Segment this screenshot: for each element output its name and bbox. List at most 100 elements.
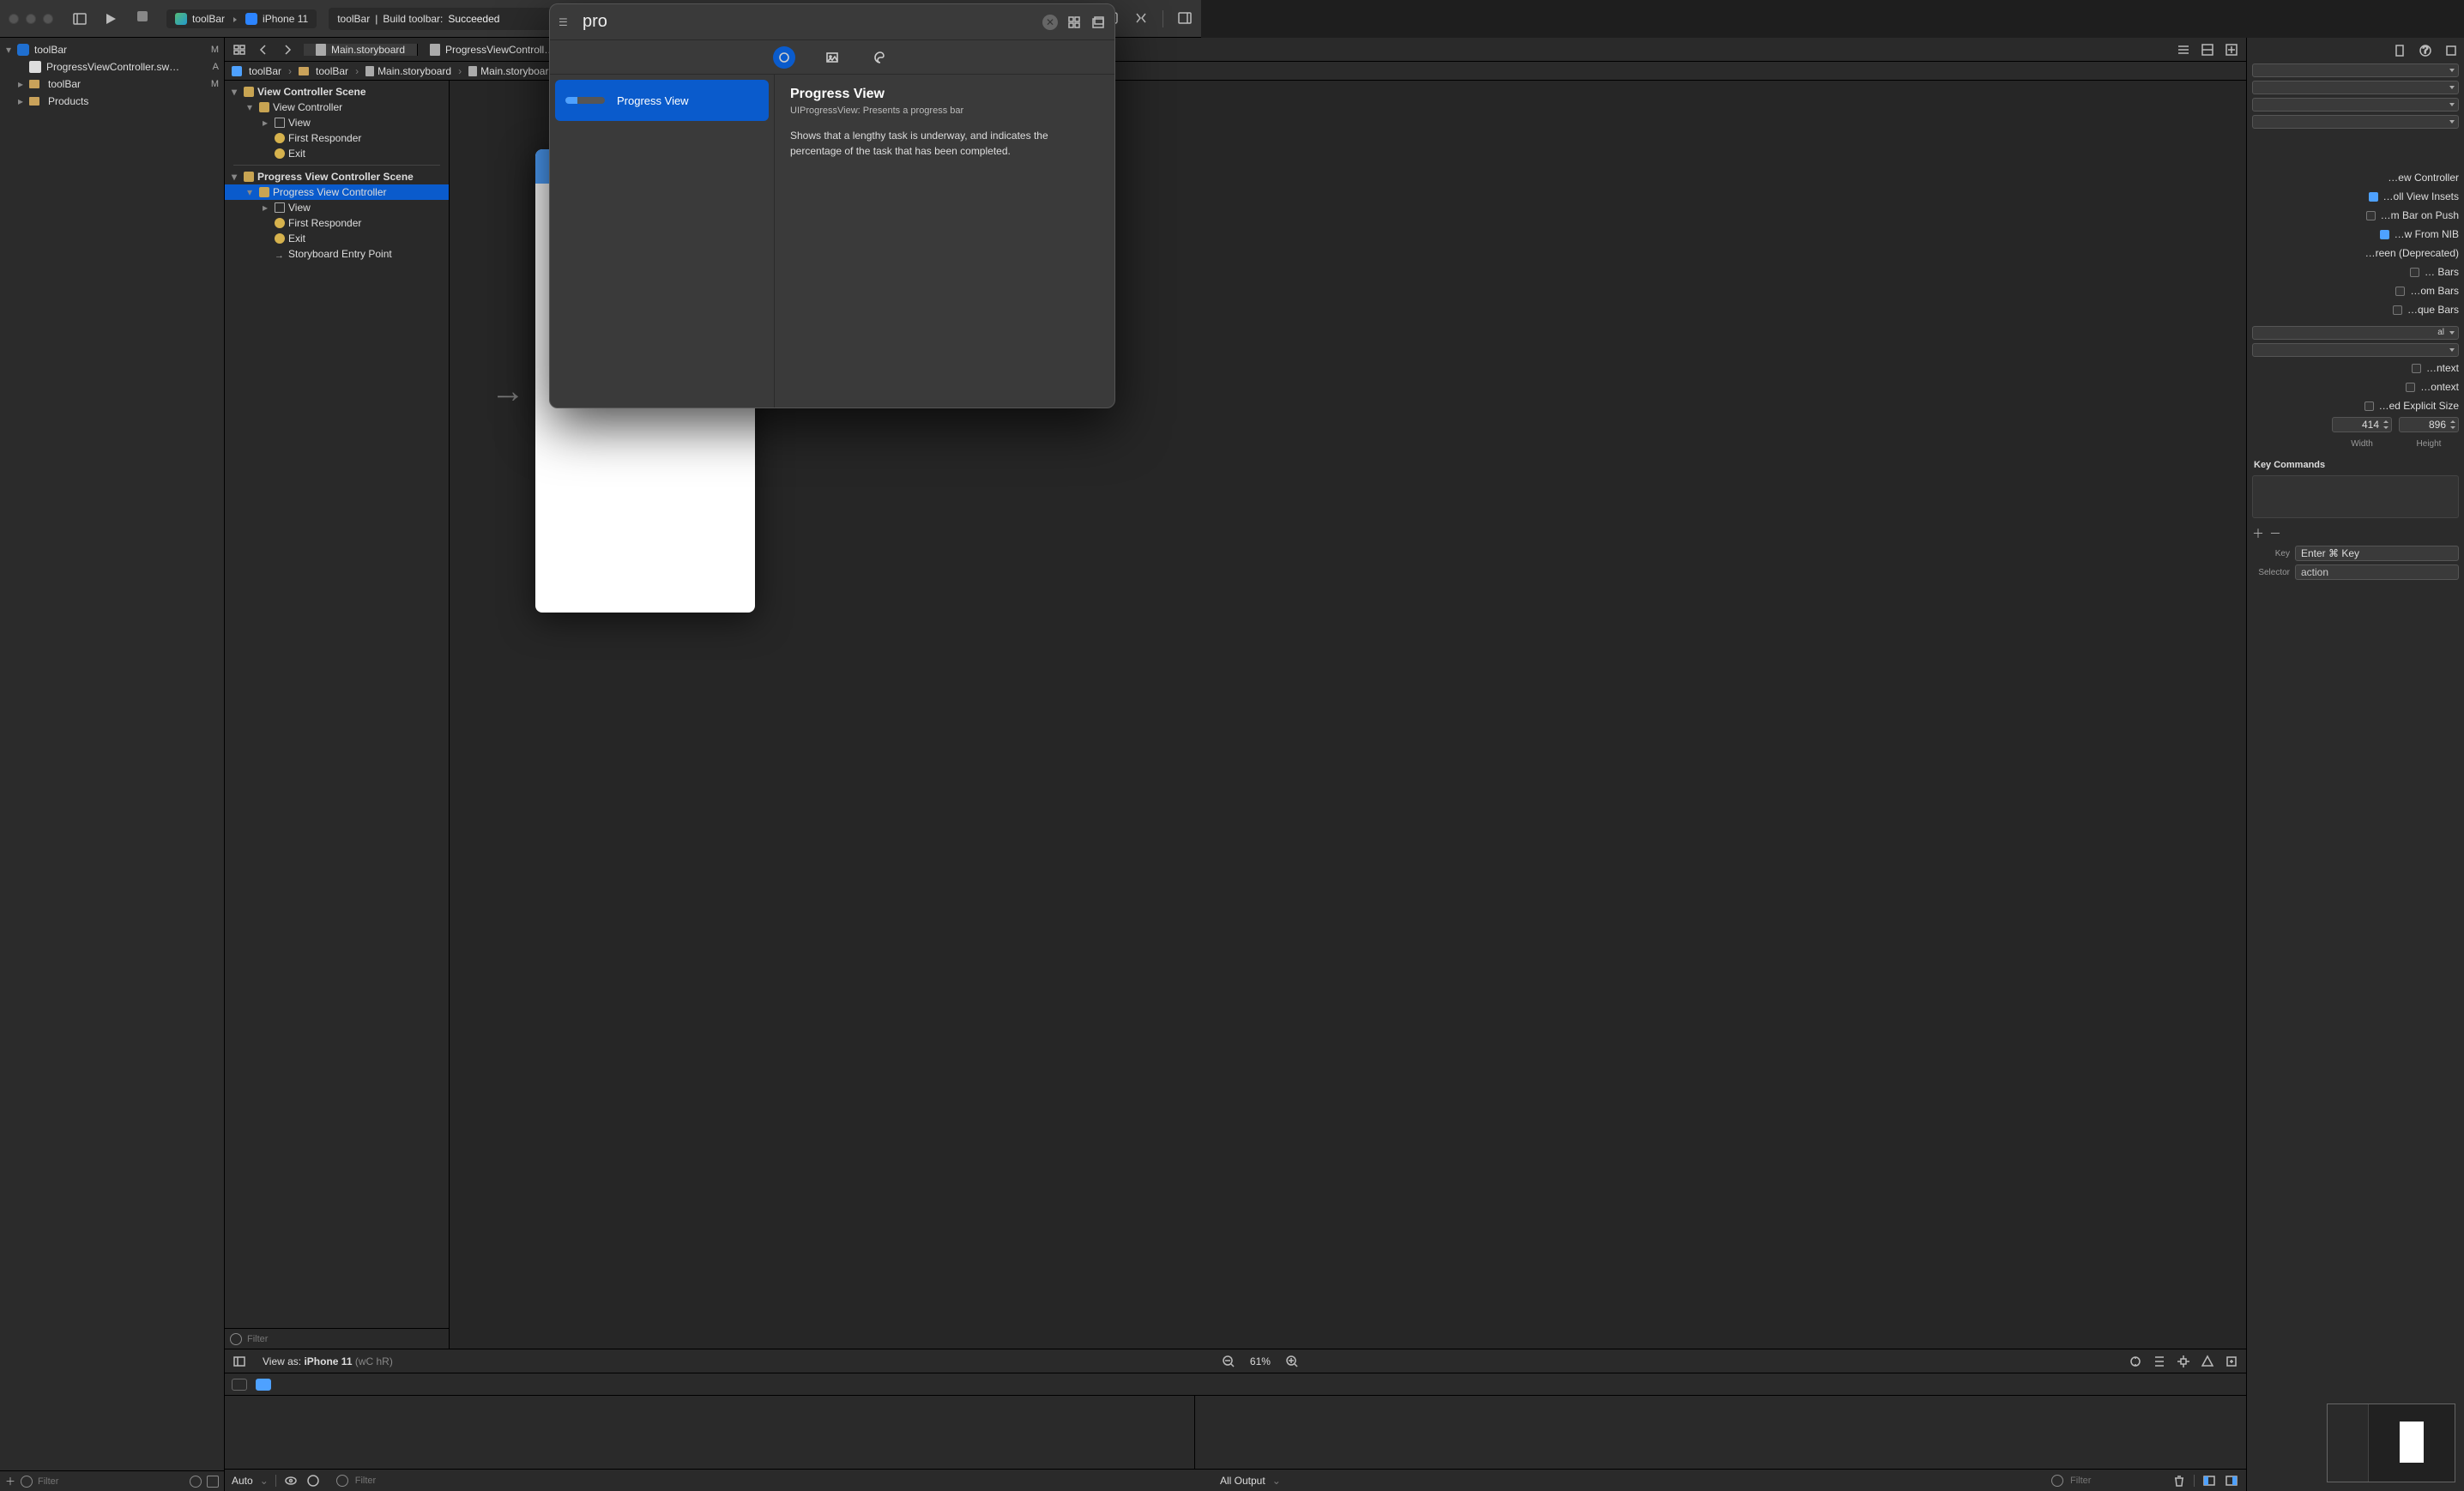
variables-view-toggle[interactable] <box>232 1379 247 1391</box>
identity-inspector-icon[interactable] <box>2443 43 2459 58</box>
disclosure-icon[interactable]: ▾ <box>232 86 240 98</box>
add-keycmd-button[interactable]: ＋ <box>2252 525 2264 542</box>
checkbox[interactable] <box>2369 192 2378 202</box>
tree-item-project[interactable]: toolBar M <box>0 41 224 58</box>
scm-filter-icon[interactable] <box>207 1476 219 1488</box>
trash-icon[interactable] <box>2171 1473 2187 1488</box>
checkbox[interactable] <box>2395 287 2405 296</box>
checkbox[interactable] <box>2406 383 2415 392</box>
disclosure-icon[interactable]: ▾ <box>247 101 256 113</box>
zoom-out-icon[interactable] <box>1221 1354 1236 1369</box>
crumb-segment[interactable]: toolBar <box>316 65 348 77</box>
outline-item[interactable]: ▸View <box>225 200 449 215</box>
remove-keycmd-button[interactable]: － <box>2269 525 2281 542</box>
crumb-segment[interactable]: toolBar <box>249 65 281 77</box>
checkbox[interactable] <box>2380 230 2389 239</box>
auto-scope[interactable]: Auto <box>232 1475 253 1487</box>
disclosure-icon[interactable]: ▾ <box>232 171 240 183</box>
outline-item[interactable]: ▾View Controller <box>225 100 449 115</box>
update-frames-icon[interactable] <box>2128 1354 2143 1369</box>
inspector-popup[interactable] <box>2252 98 2459 112</box>
variables-filter-input[interactable] <box>355 1476 450 1486</box>
checkbox[interactable] <box>2366 211 2376 220</box>
disclosure-icon[interactable] <box>17 95 24 107</box>
navigator-filter-input[interactable] <box>38 1476 184 1487</box>
disclosure-icon[interactable]: ▸ <box>263 202 271 214</box>
checkbox[interactable] <box>2412 364 2421 373</box>
editor-tab[interactable]: Main.storyboard <box>304 44 418 56</box>
key-commands-list[interactable] <box>2252 475 2459 518</box>
console-filter-input[interactable] <box>2070 1476 2165 1486</box>
pin-icon[interactable] <box>2176 1354 2191 1369</box>
outline-item[interactable]: Exit <box>225 146 449 161</box>
width-stepper[interactable]: 414 <box>2332 417 2392 432</box>
back-icon[interactable] <box>256 42 271 57</box>
quicklook-icon[interactable] <box>283 1473 299 1488</box>
inspector-popup[interactable] <box>2252 343 2459 357</box>
right-pane-icon[interactable] <box>2224 1473 2239 1488</box>
resolve-issues-icon[interactable] <box>2200 1354 2215 1369</box>
forward-icon[interactable] <box>280 42 295 57</box>
checkbox[interactable] <box>2410 268 2419 277</box>
code-review-icon[interactable] <box>1133 10 1149 26</box>
outline-item[interactable]: Storyboard Entry Point <box>225 246 449 262</box>
toggle-navigator-icon[interactable] <box>72 11 88 27</box>
outline-item[interactable]: First Responder <box>225 130 449 146</box>
related-items-icon[interactable] <box>232 42 247 57</box>
left-pane-icon[interactable] <box>2201 1473 2217 1488</box>
disclosure-icon[interactable] <box>5 44 12 56</box>
close-window[interactable] <box>9 14 19 24</box>
filter-scope-icon[interactable] <box>336 1475 348 1487</box>
tree-item-file[interactable]: ProgressViewController.sw… A <box>0 58 224 75</box>
clear-search-icon[interactable]: ✕ <box>1042 15 1058 30</box>
filter-scope-icon[interactable] <box>230 1333 242 1345</box>
scheme-selector[interactable]: toolBar iPhone 11 <box>166 9 317 28</box>
editor-layout-icon[interactable] <box>2176 42 2191 57</box>
toggle-inspector-icon[interactable] <box>1177 10 1193 26</box>
toggle-outline-icon[interactable] <box>232 1354 247 1369</box>
console-view-toggle[interactable] <box>256 1379 271 1391</box>
objects-tab-icon[interactable] <box>773 46 795 69</box>
outline-item[interactable]: ▾Progress View Controller <box>225 184 449 200</box>
checkbox[interactable] <box>2393 305 2402 315</box>
height-stepper[interactable]: 896 <box>2399 417 2459 432</box>
editor-tab[interactable]: ProgressViewControll… <box>418 44 567 56</box>
inspector-popup[interactable] <box>2252 63 2459 77</box>
library-menu-icon[interactable] <box>559 16 574 28</box>
crumb-segment[interactable]: Main.storyboard <box>377 65 451 77</box>
zoom-in-icon[interactable] <box>1284 1354 1300 1369</box>
detach-icon[interactable] <box>1090 15 1106 30</box>
variables-view[interactable] <box>225 1396 1195 1469</box>
color-tab-icon[interactable] <box>869 46 891 69</box>
outline-item[interactable]: Exit <box>225 231 449 246</box>
outline-item[interactable]: First Responder <box>225 215 449 231</box>
align-icon[interactable] <box>2152 1354 2167 1369</box>
filter-scope-icon[interactable] <box>21 1476 33 1488</box>
recent-filter-icon[interactable] <box>190 1476 202 1488</box>
info-icon[interactable] <box>305 1473 321 1488</box>
help-inspector-icon[interactable]: ? <box>2418 43 2433 58</box>
disclosure-icon[interactable] <box>17 78 24 90</box>
library-search-input[interactable] <box>583 12 1034 32</box>
run-button[interactable] <box>103 11 118 27</box>
jump-bar[interactable]: toolBar toolBar Main.storyboard Main.sto… <box>225 62 2246 81</box>
viewas-label[interactable]: View as: iPhone 11 (wC hR) <box>263 1355 393 1367</box>
selector-field[interactable]: action <box>2295 564 2459 580</box>
media-tab-icon[interactable] <box>821 46 843 69</box>
minimize-window[interactable] <box>26 14 36 24</box>
zoom-window[interactable] <box>43 14 53 24</box>
zoom-level[interactable]: 61% <box>1245 1355 1276 1367</box>
library-item[interactable]: Progress View <box>555 80 769 121</box>
inspector-popup[interactable]: al <box>2252 326 2459 340</box>
outline-item[interactable]: ▸View <box>225 115 449 130</box>
file-inspector-icon[interactable] <box>2392 43 2407 58</box>
inspector-popup[interactable] <box>2252 81 2459 94</box>
tree-item-folder[interactable]: Products <box>0 93 224 110</box>
output-scope[interactable]: All Output <box>1220 1475 1265 1487</box>
add-editor-icon[interactable] <box>2224 42 2239 57</box>
filter-scope-icon[interactable] <box>2051 1475 2063 1487</box>
key-field[interactable]: Enter ⌘ Key <box>2295 546 2459 561</box>
stop-button[interactable] <box>137 11 148 21</box>
grid-view-icon[interactable] <box>1066 15 1082 30</box>
embed-icon[interactable] <box>2224 1354 2239 1369</box>
